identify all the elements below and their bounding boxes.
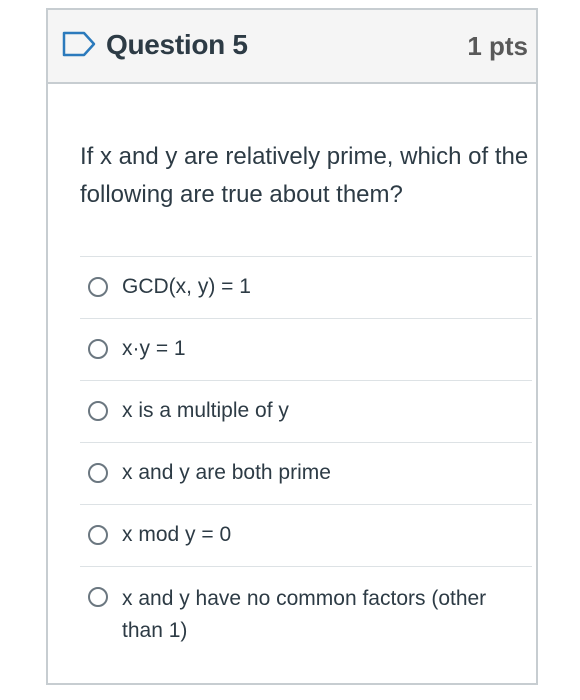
question-header: Question 5 1 pts — [48, 10, 536, 84]
answer-label: x is a multiple of y — [122, 399, 289, 422]
radio-button[interactable] — [88, 339, 108, 359]
question-text: If x and y are relatively prime, which o… — [80, 143, 529, 208]
question-points: 1 pts — [467, 31, 528, 61]
answer-option[interactable]: x and y have no common factors (other th… — [80, 566, 532, 646]
answer-option[interactable]: x mod y = 0 — [80, 504, 532, 566]
question-card: Question 5 1 pts If x and y are relative… — [46, 8, 538, 685]
radio-button[interactable] — [88, 277, 108, 297]
radio-button[interactable] — [88, 401, 108, 421]
answer-label: x·y = 1 — [122, 337, 186, 360]
answer-label: GCD(x, y) = 1 — [122, 275, 251, 298]
answer-option[interactable]: GCD(x, y) = 1 — [80, 256, 532, 318]
answer-option[interactable]: x and y are both prime — [80, 442, 532, 504]
bookmark-flag-icon[interactable] — [62, 31, 96, 57]
answer-list: GCD(x, y) = 1 x·y = 1 x is a multiple of… — [80, 256, 532, 646]
radio-button[interactable] — [88, 587, 108, 607]
answer-option[interactable]: x·y = 1 — [80, 318, 532, 380]
answer-label: x mod y = 0 — [122, 523, 232, 546]
radio-button[interactable] — [88, 463, 108, 483]
answer-option[interactable]: x is a multiple of y — [80, 380, 532, 442]
answer-label: x and y have no common factors (other th… — [122, 587, 487, 642]
question-title: Question 5 — [106, 29, 248, 60]
answer-label: x and y are both prime — [122, 461, 331, 484]
radio-button[interactable] — [88, 525, 108, 545]
